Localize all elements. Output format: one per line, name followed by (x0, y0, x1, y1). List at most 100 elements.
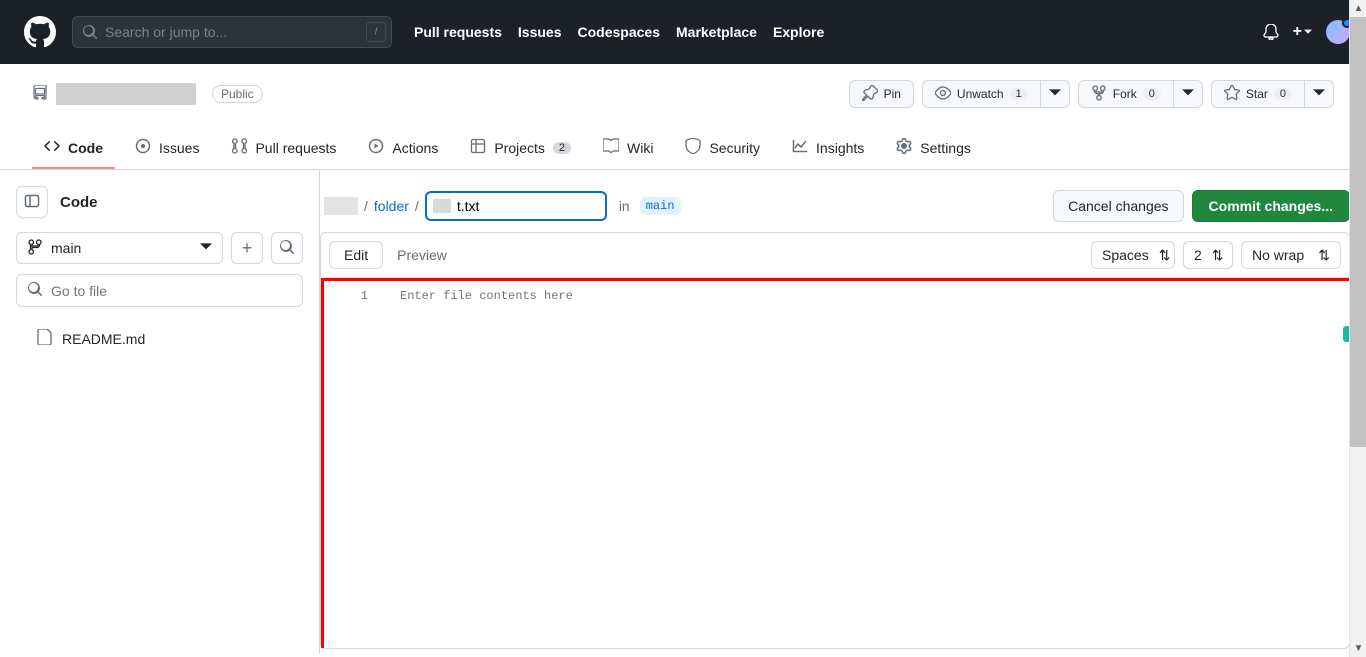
tree-item-readme[interactable]: README.md (16, 323, 303, 354)
repo-icon (32, 85, 48, 104)
user-avatar[interactable] (1326, 20, 1350, 44)
visibility-badge: Public (212, 85, 263, 103)
star-count: 0 (1274, 88, 1292, 100)
indent-mode-select[interactable]: Spaces⇅ (1091, 241, 1175, 269)
nav-marketplace[interactable]: Marketplace (676, 24, 757, 40)
caret-down-icon (1313, 87, 1325, 102)
go-to-file-input[interactable] (51, 283, 292, 299)
tab-insights-label: Insights (816, 140, 864, 156)
file-tree-sidebar: Code main + README.md (0, 170, 320, 653)
branch-name: main (51, 240, 81, 256)
tree-item-label: README.md (62, 331, 145, 347)
commit-changes-button[interactable]: Commit changes... (1192, 190, 1350, 222)
editor-tab-edit[interactable]: Edit (329, 241, 383, 269)
repo-header: Public Pin Unwatch 1 Fork 0 (0, 64, 1366, 170)
pin-label: Pin (884, 87, 901, 101)
crumb-folder[interactable]: folder (374, 198, 409, 214)
filename-input[interactable] (425, 191, 607, 221)
tab-code-label: Code (68, 140, 103, 156)
github-logo-icon[interactable] (24, 16, 56, 48)
tab-code[interactable]: Code (32, 128, 115, 169)
issue-icon (135, 138, 151, 157)
tab-issues-label: Issues (159, 140, 199, 156)
code-editor[interactable]: 1 Enter file contents here (321, 278, 1349, 648)
tab-wiki[interactable]: Wiki (591, 128, 665, 169)
code-content[interactable]: Enter file contents here (384, 281, 1349, 648)
table-icon (470, 138, 486, 157)
fork-dropdown[interactable] (1173, 80, 1203, 108)
add-file-button[interactable]: + (231, 232, 263, 264)
fork-group: Fork 0 (1078, 80, 1203, 108)
page-scrollbar[interactable]: ▲ ▼ (1349, 0, 1366, 657)
nav-pull-requests[interactable]: Pull requests (414, 24, 502, 40)
repo-tabs: Code Issues Pull requests Actions Projec… (32, 128, 1334, 169)
watch-dropdown[interactable] (1040, 80, 1070, 108)
scroll-up-icon[interactable]: ▲ (1350, 0, 1366, 17)
notifications-icon[interactable] (1263, 24, 1279, 40)
branch-selector[interactable]: main (16, 232, 223, 264)
go-to-file[interactable] (16, 274, 303, 307)
tab-security[interactable]: Security (673, 128, 772, 169)
nav-codespaces[interactable]: Codespaces (578, 24, 660, 40)
sort-icon: ⇅ (1318, 247, 1330, 264)
editor-tab-preview[interactable]: Preview (383, 242, 461, 268)
repo-name[interactable] (56, 83, 196, 105)
fork-count: 0 (1143, 88, 1161, 100)
global-search-input[interactable] (72, 16, 392, 48)
wrap-mode-select[interactable]: No wrap⇅ (1241, 241, 1341, 269)
tab-pull-requests[interactable]: Pull requests (219, 128, 348, 169)
in-label: in (619, 198, 630, 214)
code-icon (44, 138, 60, 157)
editor-box: Edit Preview Spaces⇅ 2⇅ No wrap⇅ 1 Enter… (320, 232, 1350, 649)
watch-count: 1 (1010, 88, 1028, 100)
repo-actions: Pin Unwatch 1 Fork 0 (849, 80, 1334, 108)
book-icon (603, 138, 619, 157)
sidebar-title: Code (60, 194, 98, 211)
tab-projects-label: Projects (494, 140, 545, 156)
create-new-icon[interactable]: + (1293, 23, 1312, 41)
caret-down-icon (1049, 87, 1061, 102)
gear-icon (896, 138, 912, 157)
watch-group: Unwatch 1 (922, 80, 1070, 108)
fork-button[interactable]: Fork 0 (1078, 80, 1174, 108)
header-right: + (1263, 20, 1350, 44)
indent-size-select[interactable]: 2⇅ (1183, 241, 1233, 269)
search-files-button[interactable] (271, 232, 303, 264)
tab-issues[interactable]: Issues (123, 128, 211, 169)
crumb-sep: / (364, 198, 368, 214)
caret-down-icon (200, 240, 212, 256)
tab-insights[interactable]: Insights (780, 128, 876, 169)
line-number: 1 (324, 289, 368, 303)
star-group: Star 0 (1211, 80, 1334, 108)
primary-nav: Pull requests Issues Codespaces Marketpl… (414, 24, 824, 40)
star-button[interactable]: Star 0 (1211, 80, 1305, 108)
nav-explore[interactable]: Explore (773, 24, 824, 40)
fork-label: Fork (1113, 87, 1137, 101)
tab-settings[interactable]: Settings (884, 128, 983, 169)
nav-issues[interactable]: Issues (518, 24, 562, 40)
pin-button[interactable]: Pin (849, 80, 914, 108)
editor-tabs: Edit Preview Spaces⇅ 2⇅ No wrap⇅ (321, 233, 1349, 278)
pr-icon (231, 138, 247, 157)
tab-actions-label: Actions (392, 140, 438, 156)
tab-wiki-label: Wiki (627, 140, 653, 156)
crumb-root[interactable] (324, 197, 358, 215)
tab-actions[interactable]: Actions (356, 128, 450, 169)
scroll-thumb[interactable] (1350, 17, 1366, 447)
star-dropdown[interactable] (1304, 80, 1334, 108)
feedback-nub[interactable] (1343, 326, 1349, 342)
scroll-down-icon[interactable]: ▼ (1350, 640, 1366, 657)
crumb-sep: / (415, 198, 419, 214)
play-icon (368, 138, 384, 157)
watch-button[interactable]: Unwatch 1 (922, 80, 1041, 108)
panel-toggle-button[interactable] (16, 186, 48, 218)
editor-main: / folder / in main Cancel changes Commit… (320, 170, 1366, 653)
filename-prefix-placeholder (433, 199, 451, 213)
cancel-changes-button[interactable]: Cancel changes (1053, 190, 1183, 222)
editor-actions: Cancel changes Commit changes... (1053, 190, 1350, 222)
pin-icon (862, 85, 878, 104)
search-icon (27, 281, 43, 300)
global-header: / Pull requests Issues Codespaces Market… (0, 0, 1366, 64)
search-icon (82, 24, 98, 43)
tab-projects[interactable]: Projects 2 (458, 128, 583, 169)
